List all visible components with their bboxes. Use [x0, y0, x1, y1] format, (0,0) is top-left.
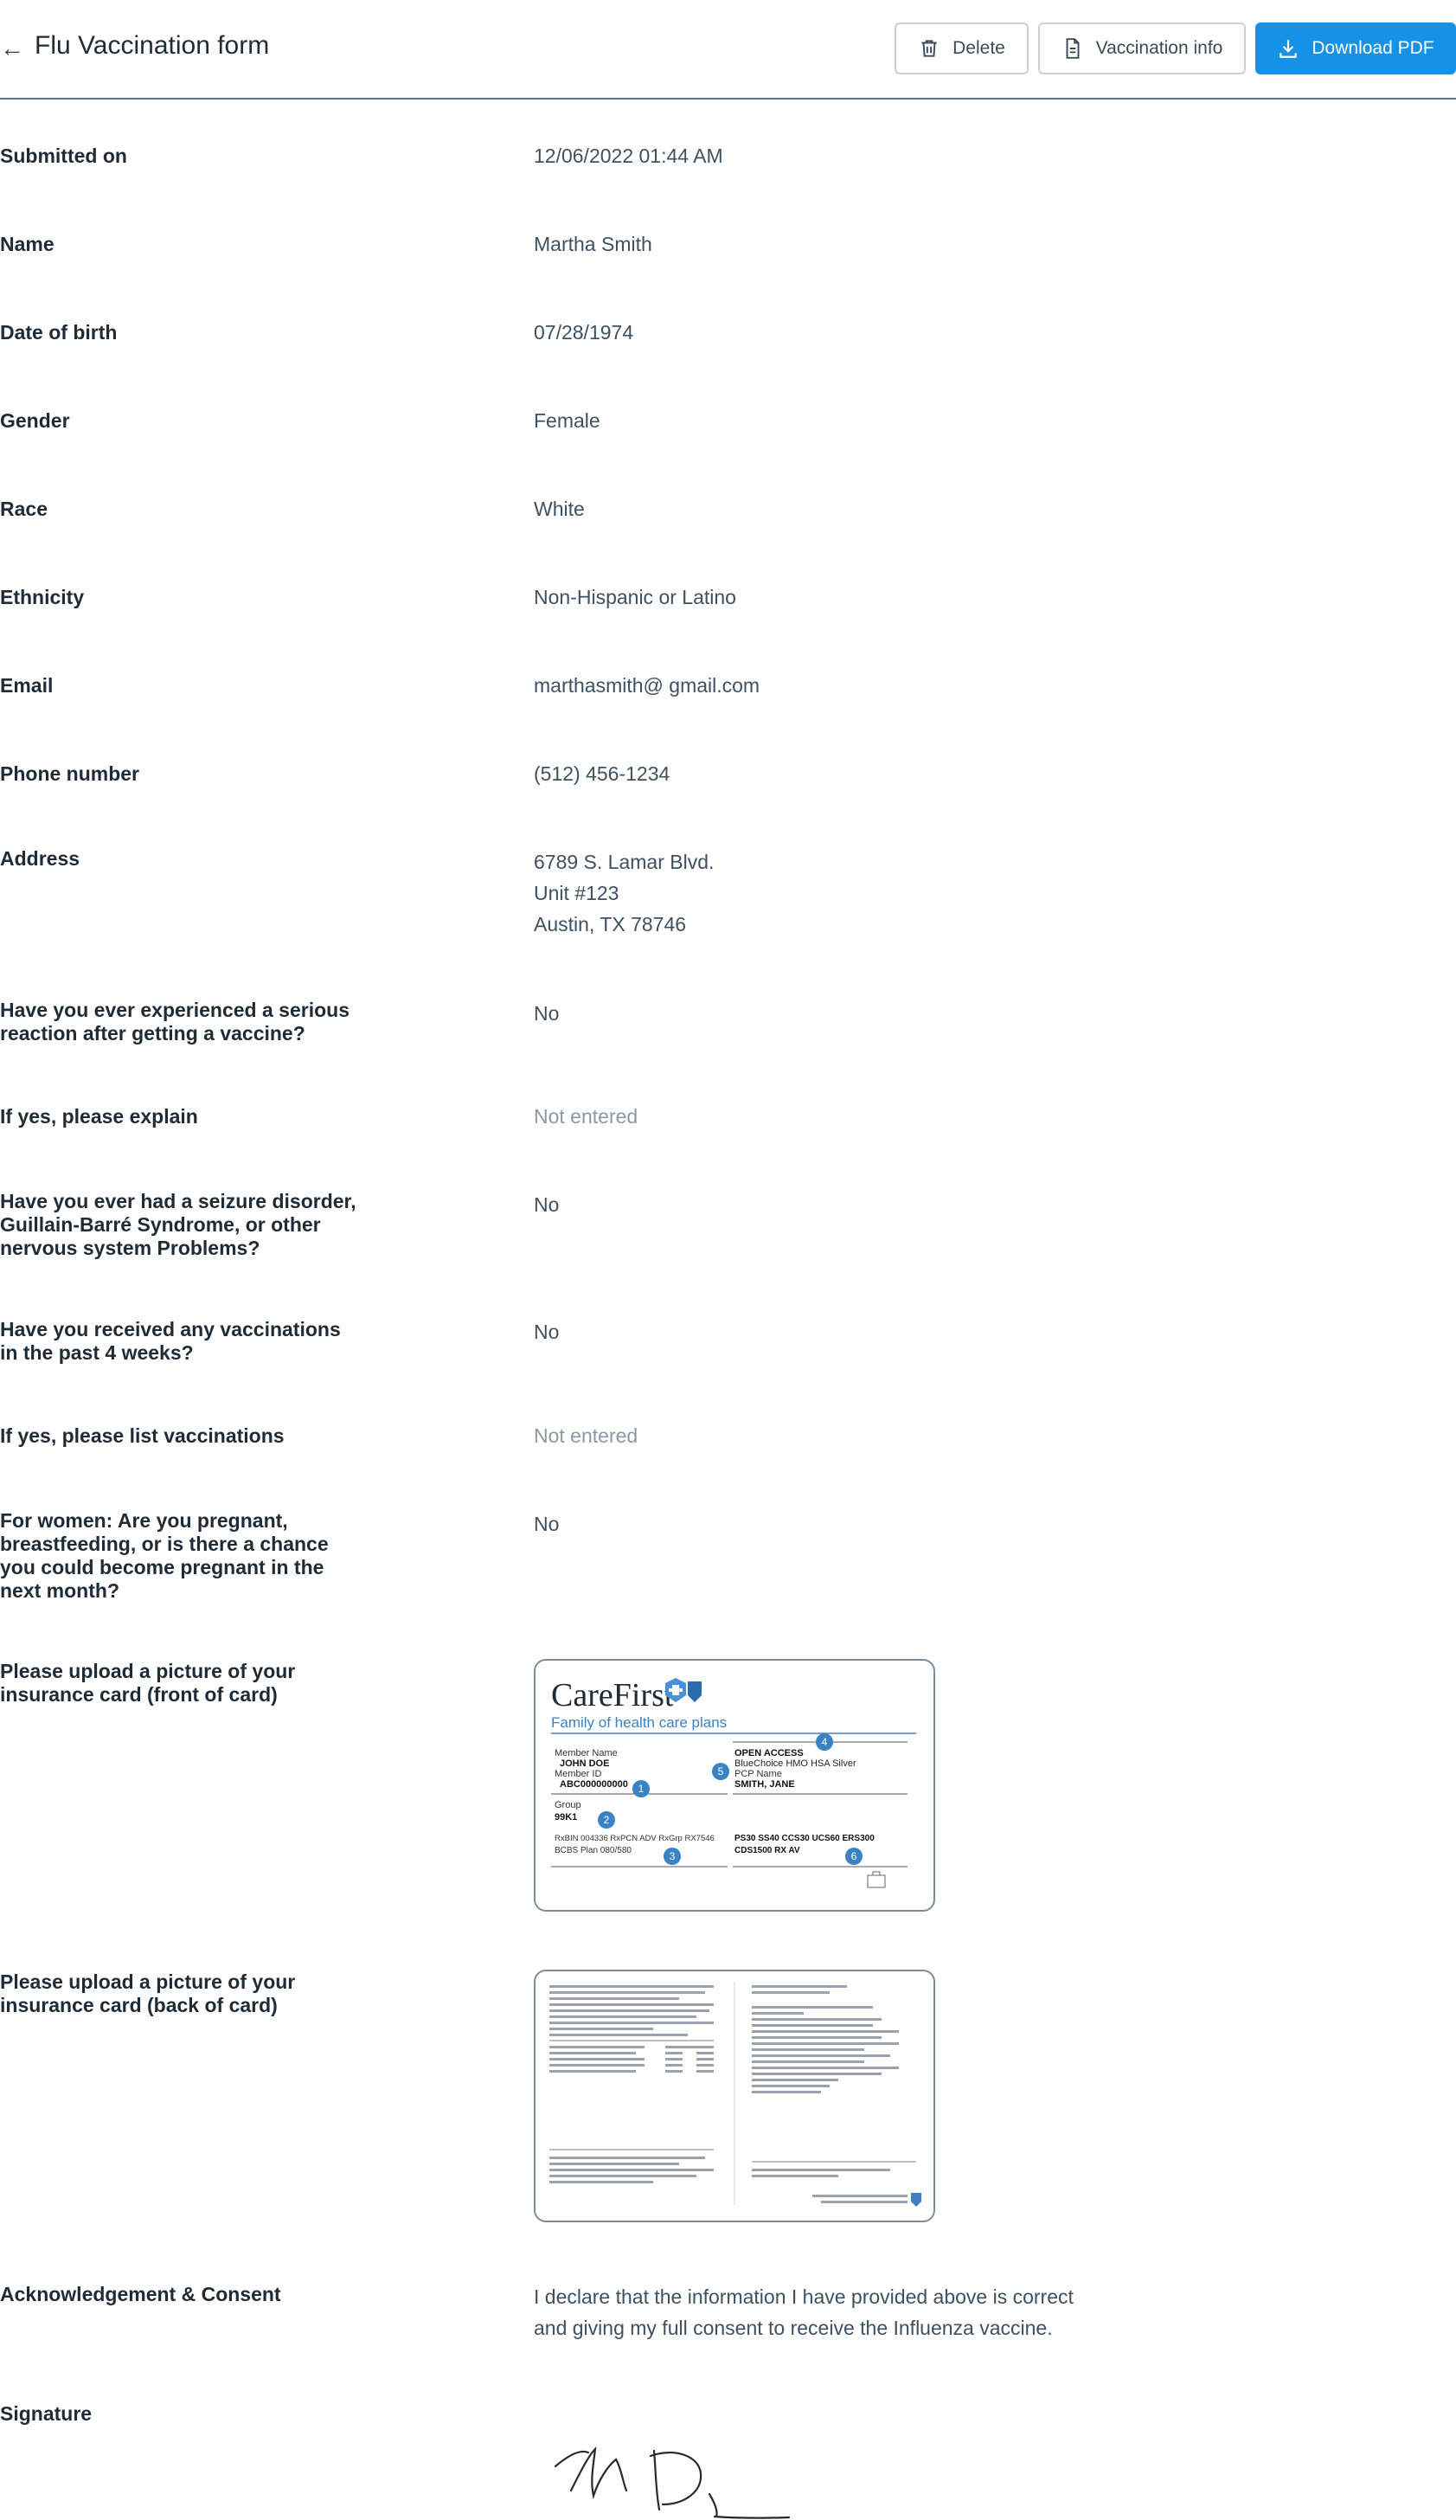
insurance-card-front-image: CareFirst Family of health care plans Me… — [551, 1677, 916, 1888]
recent-vaccination-label: Have you received any vaccinations in th… — [0, 1318, 341, 1364]
card-marker-3: 3 — [664, 1848, 681, 1865]
insurance-card-back-image — [549, 1982, 921, 2207]
dob-label: Date of birth — [0, 321, 118, 344]
email-value: marthasmith@ gmail.com — [534, 674, 760, 697]
rx-line: RxBIN 004336 RxPCN ADV RxGrp RX7546 — [555, 1834, 715, 1843]
card-marker-4: 4 — [816, 1733, 833, 1751]
insurance-card-back — [534, 1970, 935, 2222]
gender-value: Female — [534, 409, 600, 432]
card-tagline: Family of health care plans — [551, 1714, 727, 1731]
race-label: Race — [0, 498, 48, 520]
reaction-explain-label: If yes, please explain — [0, 1105, 198, 1128]
signature-image — [554, 2446, 791, 2519]
download-pdf-label: Download PDF — [1312, 38, 1434, 58]
header-bar: ← Flu Vaccination form Delete Vaccinatio… — [0, 0, 1456, 100]
submitted-on-label: Submitted on — [0, 145, 127, 167]
card-marker-5: 5 — [712, 1763, 729, 1780]
consent-value: I declare that the information I have pr… — [534, 2281, 1191, 2343]
svg-text:5: 5 — [718, 1765, 724, 1778]
delete-label: Delete — [952, 38, 1005, 58]
card-marker-2: 2 — [598, 1811, 615, 1829]
dob-value: 07/28/1974 — [534, 321, 634, 344]
phone-label: Phone number — [0, 762, 140, 785]
vaccination-info-label: Vaccination info — [1095, 38, 1223, 58]
download-pdf-button[interactable]: Download PDF — [1255, 22, 1456, 74]
pcp-name: SMITH, JANE — [734, 1779, 795, 1790]
card-marker-1: 1 — [632, 1780, 650, 1797]
race-value: White — [534, 498, 585, 520]
member-id: ABC000000000 — [560, 1779, 628, 1790]
address-line-2: Unit #123 — [534, 882, 619, 904]
consent-label: Acknowledgement & Consent — [0, 2283, 281, 2305]
plan-name: BlueChoice HMO HSA Silver — [734, 1758, 856, 1769]
document-icon — [1066, 38, 1080, 59]
group-label: Group — [555, 1800, 581, 1810]
plan-type: OPEN ACCESS — [734, 1748, 804, 1758]
card-brand: CareFirst — [551, 1677, 674, 1713]
member-name: JOHN DOE — [560, 1758, 609, 1769]
address-line-3: Austin, TX 78746 — [534, 913, 687, 935]
pregnant-label: For women: Are you pregnant, breastfeedi… — [0, 1509, 329, 1602]
phone-value: (512) 456-1234 — [534, 762, 670, 785]
reaction-explain-value: Not entered — [534, 1105, 638, 1128]
recent-vaccination-value: No — [534, 1321, 560, 1343]
recent-list-label: If yes, please list vaccinations — [0, 1424, 285, 1447]
svg-text:1: 1 — [638, 1783, 645, 1795]
card-back-label: Please upload a picture of your insuranc… — [0, 1970, 296, 2016]
page-title: Flu Vaccination form — [35, 31, 270, 60]
bcbs-logo-icon — [665, 1678, 702, 1702]
name-label: Name — [0, 233, 55, 255]
address-label: Address — [0, 847, 80, 870]
consent-line-1: I declare that the information I have pr… — [534, 2285, 1074, 2308]
svg-text:4: 4 — [822, 1736, 828, 1748]
gender-label: Gender — [0, 409, 70, 432]
ethnicity-value: Non-Hispanic or Latino — [534, 586, 736, 608]
card-marker-6: 6 — [845, 1848, 863, 1865]
seizure-value: No — [534, 1193, 560, 1216]
member-name-label: Member Name — [555, 1748, 618, 1758]
svg-text:6: 6 — [851, 1850, 857, 1862]
copays-line: PS30 SS40 CCS30 UCS60 ERS300 — [734, 1834, 875, 1843]
recent-list-value: Not entered — [534, 1424, 638, 1447]
ethnicity-label: Ethnicity — [0, 586, 85, 608]
vaccination-info-button[interactable]: Vaccination info — [1038, 22, 1246, 74]
pregnant-value: No — [534, 1513, 560, 1535]
reaction-label: Have you ever experienced a serious reac… — [0, 999, 350, 1045]
shield-icon — [911, 2193, 921, 2207]
trash-icon — [921, 40, 937, 57]
submitted-on-value: 12/06/2022 01:44 AM — [534, 145, 723, 167]
bcbs-plan-line: BCBS Plan 080/580 — [555, 1846, 632, 1855]
name-value: Martha Smith — [534, 233, 652, 255]
group-value: 99K1 — [555, 1812, 577, 1822]
reaction-value: No — [534, 1002, 560, 1025]
insurance-card-front: CareFirst Family of health care plans Me… — [534, 1659, 935, 1912]
member-id-label: Member ID — [555, 1769, 601, 1779]
seizure-label: Have you ever had a seizure disorder, Gu… — [0, 1190, 356, 1259]
address-value: 6789 S. Lamar Blvd. Unit #123 Austin, TX… — [534, 846, 1191, 940]
download-icon — [1280, 40, 1298, 58]
pcp-label: PCP Name — [734, 1769, 782, 1779]
consent-line-2: and giving my full consent to receive th… — [534, 2317, 1053, 2339]
cds-line: CDS1500 RX AV — [734, 1846, 800, 1855]
suitcase-icon — [867, 1871, 886, 1888]
email-label: Email — [0, 674, 54, 697]
card-front-label: Please upload a picture of your insuranc… — [0, 1660, 296, 1706]
svg-text:3: 3 — [670, 1850, 676, 1862]
delete-button[interactable]: Delete — [895, 22, 1029, 74]
signature-label: Signature — [0, 2402, 93, 2425]
svg-text:2: 2 — [604, 1814, 610, 1826]
back-arrow-icon[interactable]: ← — [0, 33, 24, 64]
address-line-1: 6789 S. Lamar Blvd. — [534, 851, 715, 873]
